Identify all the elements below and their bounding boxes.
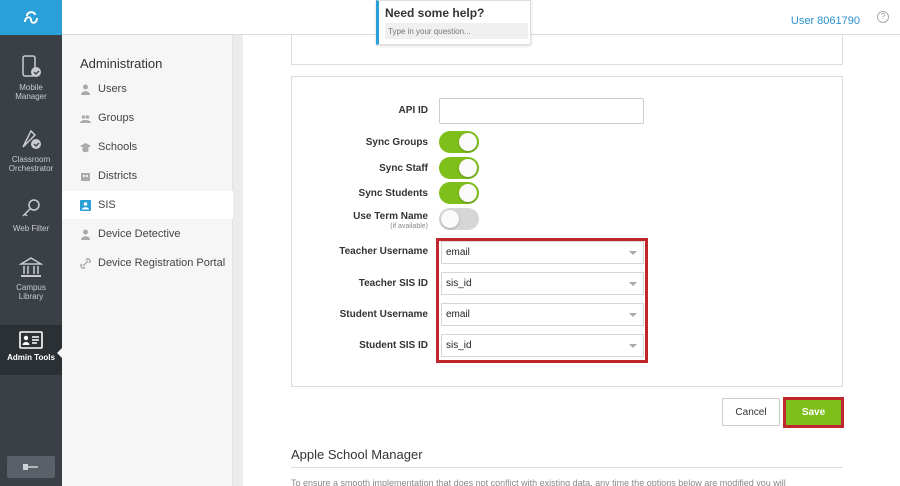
mobile-manager-icon [22,55,41,77]
sync-staff-toggle[interactable] [439,157,479,179]
admin-tools-icon [19,331,43,349]
save-button[interactable]: Save [786,400,841,425]
nav-item-users[interactable]: Users [62,75,233,103]
help-search-input[interactable] [385,23,528,39]
use-term-name-toggle[interactable] [439,208,479,230]
sync-staff-label: Sync Staff [379,163,428,174]
classroom-orchestrator-icon [22,129,41,149]
toggle-knob [459,184,477,202]
collapse-icon [23,464,38,470]
chevron-down-icon [629,282,637,286]
teacher-sis-id-select[interactable]: sis_id [441,272,644,295]
section-divider [291,467,843,468]
nav-item-sis[interactable]: SIS [62,191,233,219]
user-account-link[interactable]: User 8061790 [791,15,860,27]
toggle-knob [459,133,477,151]
apple-school-manager-description: To ensure a smooth implementation that d… [291,479,786,486]
rail-item-mobile-manager[interactable]: Mobile Manager [0,55,62,110]
logo-icon [24,10,38,24]
rail-label: Library [18,292,44,301]
select-value: email [446,247,470,258]
link-icon [80,257,91,269]
student-username-label: Student Username [339,309,428,320]
teacher-username-select[interactable]: email [441,241,644,264]
student-sis-id-label: Student SIS ID [359,340,428,351]
rail-item-admin-tools[interactable]: Admin Tools [0,325,63,375]
toggle-knob [441,210,459,228]
key-icon [22,199,40,217]
nav-item-label: Users [98,83,127,95]
school-icon [80,142,91,152]
sync-groups-label: Sync Groups [365,137,428,148]
chevron-down-icon [629,251,637,255]
user-icon [81,84,90,95]
api-id-label: API ID [398,105,428,116]
nav-item-label: Device Registration Portal [98,257,226,269]
sync-students-toggle[interactable] [439,182,479,204]
cancel-button[interactable]: Cancel [722,398,780,426]
toggle-knob [459,159,477,177]
nav-item-device-registration-portal[interactable]: Device Registration Portal [62,249,233,277]
content-gutter [233,35,243,486]
teacher-sis-id-label: Teacher SIS ID [358,278,428,289]
sis-icon [80,199,91,211]
rail-item-web-filter[interactable]: Web Filter [0,198,62,238]
nav-item-label: SIS [98,199,116,211]
sync-groups-toggle[interactable] [439,131,479,153]
rail-label: Campus [16,283,46,292]
use-term-name-label: Use Term Name [353,211,428,222]
select-value: sis_id [446,340,472,351]
rail-label: Mobile [19,83,43,92]
rail-label: Manager [15,92,47,101]
help-icon[interactable]: ? [877,11,889,23]
chevron-down-icon [629,313,637,317]
groups-icon [80,114,91,123]
rail-item-classroom-orchestrator[interactable]: Classroom Orchestrator [0,127,62,182]
nav-item-label: Districts [98,170,138,182]
help-widget: Need some help? [376,0,531,45]
teacher-username-label: Teacher Username [339,246,428,257]
collapse-rail-button[interactable] [7,456,55,478]
nav-item-groups[interactable]: Groups [62,104,233,132]
sync-students-label: Sync Students [358,188,428,199]
app-logo[interactable] [0,0,62,35]
admin-nav: Administration Users Groups Schools Dist… [62,35,233,486]
nav-item-device-detective[interactable]: Device Detective [62,220,233,248]
rail-label: Orchestrator [8,164,54,173]
nav-item-districts[interactable]: Districts [62,162,233,190]
rail-label: Classroom [11,155,51,164]
student-username-select[interactable]: email [441,303,644,326]
rail-label: Admin Tools [7,353,55,362]
help-widget-title: Need some help? [385,6,485,20]
select-value: sis_id [446,278,472,289]
rail-item-campus-library[interactable]: Campus Library [0,257,62,307]
select-value: email [446,309,470,320]
admin-nav-title: Administration [80,56,163,71]
library-icon [19,257,43,277]
chevron-down-icon [629,344,637,348]
rail-label: Web Filter [12,224,50,233]
nav-item-label: Device Detective [98,228,181,240]
nav-item-label: Groups [98,112,135,124]
api-id-input[interactable] [439,98,644,124]
nav-item-label: Schools [98,141,138,153]
app-rail: Mobile Manager Classroom Orchestrator We… [0,0,63,486]
use-term-name-sublabel: (if available) [390,223,428,230]
previous-panel [291,35,843,65]
save-highlight: Save [783,397,844,428]
device-detective-icon [81,229,90,240]
district-icon [81,172,90,181]
apple-school-manager-title: Apple School Manager [291,447,423,462]
student-sis-id-select[interactable]: sis_id [441,334,644,357]
nav-item-schools[interactable]: Schools [62,133,233,161]
